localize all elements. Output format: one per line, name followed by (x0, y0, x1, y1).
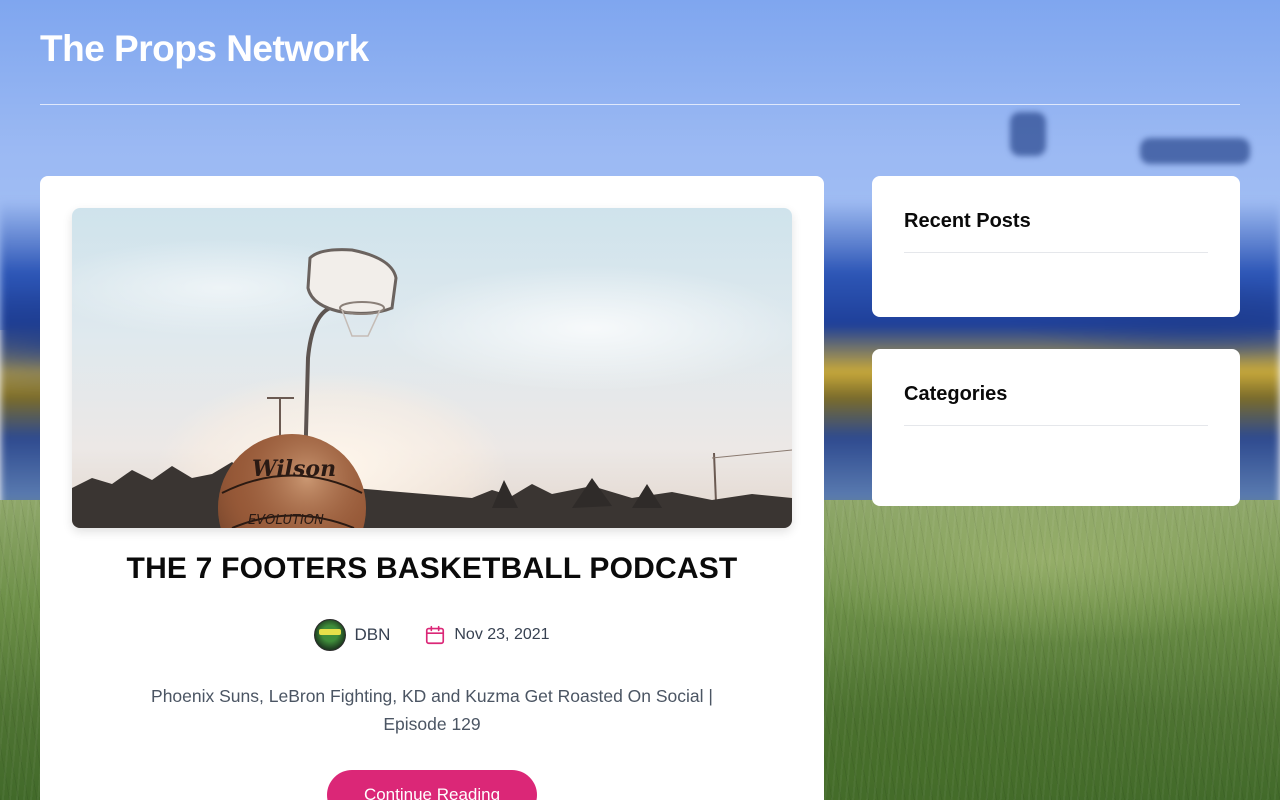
post-featured-image[interactable]: Wilson EVOLUTION (72, 208, 792, 528)
author-name[interactable]: DBN (354, 625, 390, 645)
post-date-item: Nov 23, 2021 (424, 624, 550, 646)
calendar-icon (426, 625, 445, 645)
site-title[interactable]: The Props Network (40, 28, 369, 70)
post-excerpt: Phoenix Suns, LeBron Fighting, KD and Ku… (151, 686, 713, 734)
post-author[interactable]: DBN (314, 619, 390, 651)
author-avatar (314, 619, 347, 651)
ball-brand-text: Wilson (252, 456, 336, 482)
recent-posts-title: Recent Posts (904, 210, 1031, 232)
categories-title: Categories (904, 383, 1008, 405)
post-meta: DBN Nov 23, 2021 (40, 619, 824, 651)
widget-divider (904, 425, 1208, 426)
post-card: Wilson EVOLUTION THE 7 FOOTERS BASKETBAL… (40, 176, 824, 800)
ball-model-text: EVOLUTION (248, 513, 324, 528)
categories-widget: Categories (872, 349, 1240, 506)
continue-reading-button[interactable]: Continue Reading (327, 770, 537, 800)
widget-divider (904, 252, 1208, 253)
post-title[interactable]: THE 7 FOOTERS BASKETBALL PODCAST (40, 552, 824, 586)
recent-posts-widget: Recent Posts (872, 176, 1240, 317)
background-scoreboard (1140, 138, 1250, 164)
site-header: The Props Network (40, 0, 1240, 105)
post-date: Nov 23, 2021 (454, 626, 550, 643)
basketball-hoop-illustration: Wilson EVOLUTION (72, 248, 792, 528)
background-floodlight (1010, 112, 1046, 156)
